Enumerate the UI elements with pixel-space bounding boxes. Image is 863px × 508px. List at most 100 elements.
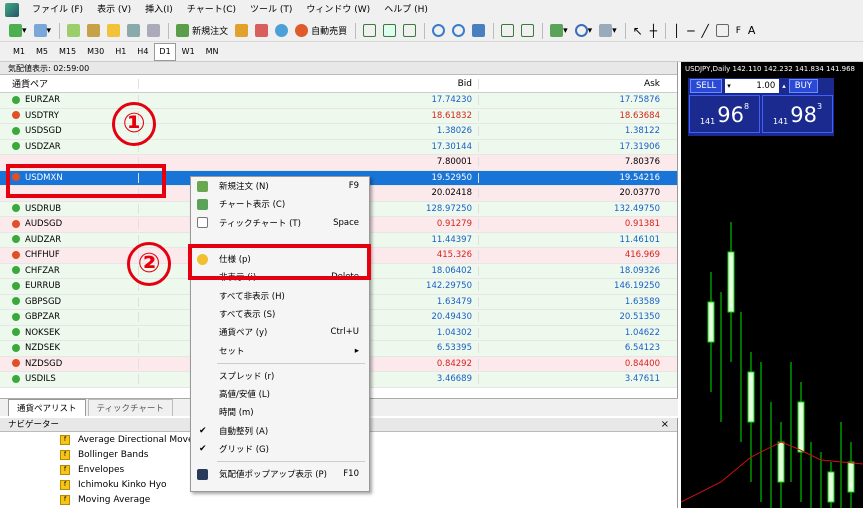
sell-price[interactable]: 141 96 8 <box>689 95 760 133</box>
timeframe-m1[interactable]: M1 <box>8 43 30 61</box>
menu-chart[interactable]: チャート(C) <box>180 0 243 20</box>
ctx-high-low[interactable]: 高値/安値 (L) <box>191 385 369 403</box>
ctx-spread[interactable]: スプレッド (r) <box>191 367 369 385</box>
ctx-time[interactable]: 時間 (m) <box>191 403 369 421</box>
chart-window[interactable]: USDJPY,Daily 142.110 142.232 141.834 141… <box>681 62 863 508</box>
timeframe-w1[interactable]: W1 <box>177 43 200 61</box>
ctx-symbols[interactable]: 通貨ペア (y) Ctrl+U <box>191 323 369 341</box>
terminal-toggle[interactable] <box>124 21 143 41</box>
auto-trade-button[interactable]: 自動売買 <box>292 21 350 41</box>
ctx-new-order[interactable]: 新規注文 (N) F9 <box>191 177 369 195</box>
buy-button[interactable]: BUY <box>788 79 819 93</box>
lot-up-arrow-icon[interactable]: ▴ <box>782 82 786 90</box>
symbol-column-header[interactable]: 通貨ペア <box>0 77 138 90</box>
ctx-chart-window[interactable]: チャート表示 (C) <box>191 195 369 213</box>
arrow-down-icon <box>12 219 20 228</box>
channel-tool[interactable] <box>713 21 732 41</box>
lot-size-input[interactable]: ▾ 1.00 <box>725 79 780 93</box>
bag-icon <box>255 24 269 37</box>
tab-tick-chart[interactable]: ティックチャート <box>87 399 173 416</box>
indicator-icon: f <box>60 494 70 505</box>
zoom-in-button[interactable] <box>429 21 448 41</box>
menu-file[interactable]: ファイル (F) <box>25 0 90 20</box>
profiles-icon <box>33 24 47 37</box>
arrow-up-icon <box>12 281 20 290</box>
ask-cell: 6.54123 <box>478 343 666 354</box>
market-watch-row[interactable]: USDTRY 18.61832 18.63684 <box>0 108 677 124</box>
cursor-tool[interactable]: ↖ <box>630 21 646 41</box>
timeframe-m30[interactable]: M30 <box>82 43 109 61</box>
crosshair-tool[interactable]: ┼ <box>647 21 660 41</box>
market-watch-row[interactable]: USDZAR 17.30144 17.31906 <box>0 139 677 155</box>
symbol-name: AUDSGD <box>25 219 63 230</box>
ctx-popup-prices[interactable]: 気配値ポップアップ表示 (P) F10 <box>191 465 369 483</box>
market-watch-toggle[interactable] <box>64 21 83 41</box>
toolbar-separator <box>59 22 61 39</box>
ctx-sets[interactable]: セット ▸ <box>191 341 369 359</box>
horizontal-line-tool[interactable]: ─ <box>684 21 697 41</box>
ctx-label: セット <box>219 346 245 357</box>
autoscroll-button[interactable] <box>498 21 517 41</box>
periods-button[interactable]: ▾ <box>572 21 596 41</box>
symbol-name: GBPZAR <box>25 312 61 323</box>
data-window-toggle[interactable] <box>84 21 103 41</box>
lot-down-arrow-icon[interactable]: ▾ <box>727 79 731 93</box>
bid-column-header[interactable]: Bid <box>138 78 478 89</box>
check-icon: ✔ <box>199 444 207 454</box>
menu-view[interactable]: 表示 (V) <box>90 0 138 20</box>
menu-window[interactable]: ウィンドウ (W) <box>299 0 377 20</box>
fibonacci-tool[interactable]: F <box>733 21 744 41</box>
timeframe-m5[interactable]: M5 <box>31 43 53 61</box>
line-chart-button[interactable] <box>400 21 419 41</box>
timeframe-h4[interactable]: H4 <box>132 43 153 61</box>
tile-windows-button[interactable] <box>469 21 488 41</box>
vertical-line-tool[interactable]: │ <box>670 21 683 41</box>
buy-price[interactable]: 141 98 3 <box>762 95 833 133</box>
arrow-down-icon <box>12 111 20 120</box>
timeframe-d1[interactable]: D1 <box>154 42 176 61</box>
tab-symbols[interactable]: 通貨ペアリスト <box>8 399 86 416</box>
new-order-button[interactable]: 新規注文 <box>173 21 231 41</box>
signals-button[interactable] <box>272 21 291 41</box>
templates-button[interactable]: ▾ <box>596 21 620 41</box>
bid-cell: 17.74230 <box>138 95 478 106</box>
line-chart-icon <box>403 24 417 37</box>
tester-toggle[interactable] <box>144 21 163 41</box>
menu-insert[interactable]: 挿入(I) <box>138 0 180 20</box>
indicators-button[interactable]: ▾ <box>547 21 571 41</box>
navigator-item[interactable]: f Moving Average <box>0 492 677 507</box>
timeframe-m15[interactable]: M15 <box>54 43 81 61</box>
buy-price-sup: 3 <box>816 102 823 111</box>
timeframe-h1[interactable]: H1 <box>110 43 131 61</box>
annotation-box-specification <box>188 244 371 280</box>
timeframe-mn[interactable]: MN <box>201 43 224 61</box>
navigator-toggle[interactable] <box>104 21 123 41</box>
market-watch-row[interactable]: EURZAR 17.74230 17.75876 <box>0 93 677 109</box>
ctx-grid[interactable]: ✔ グリッド (G) <box>191 440 369 458</box>
market-watch-row[interactable]: USDSGD 1.38026 1.38122 <box>0 124 677 140</box>
menu-help[interactable]: ヘルプ (H) <box>377 0 435 20</box>
chart-shift-button[interactable] <box>518 21 537 41</box>
app-icon <box>5 3 19 17</box>
zoom-out-button[interactable] <box>449 21 468 41</box>
metaeditor-button[interactable] <box>232 21 251 41</box>
sell-button[interactable]: SELL <box>690 79 723 93</box>
navigator-item-label: Average Directional Movem <box>78 434 203 445</box>
profiles-button[interactable]: ▾ <box>31 21 55 41</box>
ask-column-header[interactable]: Ask <box>478 78 666 89</box>
market-button[interactable] <box>252 21 271 41</box>
navigator-item-label: Ichimoku Kinko Hyo <box>78 479 167 490</box>
candle-chart-button[interactable] <box>380 21 399 41</box>
text-tool[interactable]: A <box>745 21 759 41</box>
arrow-up-icon <box>12 374 20 383</box>
new-chart-button[interactable]: ▾ <box>6 21 30 41</box>
bar-chart-button[interactable] <box>360 21 379 41</box>
ctx-tick-chart[interactable]: ティックチャート (T) Space <box>191 214 369 232</box>
ctx-show-all[interactable]: すべて表示 (S) <box>191 305 369 323</box>
symbol-cell: GBPZAR <box>0 312 138 322</box>
trendline-tool[interactable]: ╱ <box>698 21 711 41</box>
close-icon[interactable]: × <box>661 418 669 432</box>
menu-tools[interactable]: ツール (T) <box>243 0 299 20</box>
ctx-hide-all[interactable]: すべて非表示 (H) <box>191 286 369 304</box>
ctx-auto-arrange[interactable]: ✔ 自動整列 (A) <box>191 422 369 440</box>
